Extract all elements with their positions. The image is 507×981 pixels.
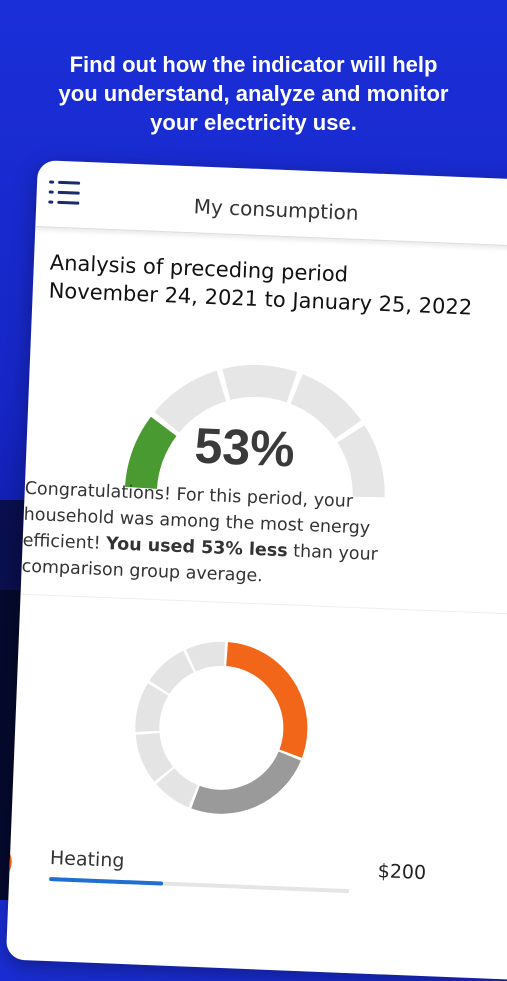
headline-line: Find out how the indicator will help <box>69 52 438 77</box>
headline: Find out how the indicator will help you… <box>0 50 507 137</box>
heating-label[interactable]: Heating <box>50 847 125 872</box>
page-title: My consumption <box>193 194 360 225</box>
gauge-segment-filled <box>124 416 177 489</box>
donut-segment[interactable] <box>135 683 169 733</box>
gauge-segment <box>222 365 298 403</box>
headline-line: you understand, analyze and monitor <box>58 81 449 106</box>
heating-bar <box>49 877 164 886</box>
donut-segment[interactable] <box>191 748 301 817</box>
message-highlight: You used 53% less <box>105 534 289 562</box>
section-divider <box>20 593 507 617</box>
phone-screen: My consumption Analysis of preceding per… <box>5 160 507 981</box>
donut-segment[interactable] <box>223 642 311 758</box>
app-bar: My consumption <box>35 160 507 249</box>
consumption-donut[interactable] <box>128 634 315 821</box>
gauge-segment <box>337 425 385 498</box>
headline-line: your electricity use. <box>150 110 357 135</box>
analysis-header: Analysis of preceding period November 24… <box>48 249 474 322</box>
gauge-percent: 53% <box>193 417 296 478</box>
donut-segment[interactable] <box>149 649 195 694</box>
congratulation-message: Congratulations! For this period, your h… <box>21 476 405 595</box>
heating-value: $200 <box>377 860 427 885</box>
gauge-segment <box>290 374 362 439</box>
